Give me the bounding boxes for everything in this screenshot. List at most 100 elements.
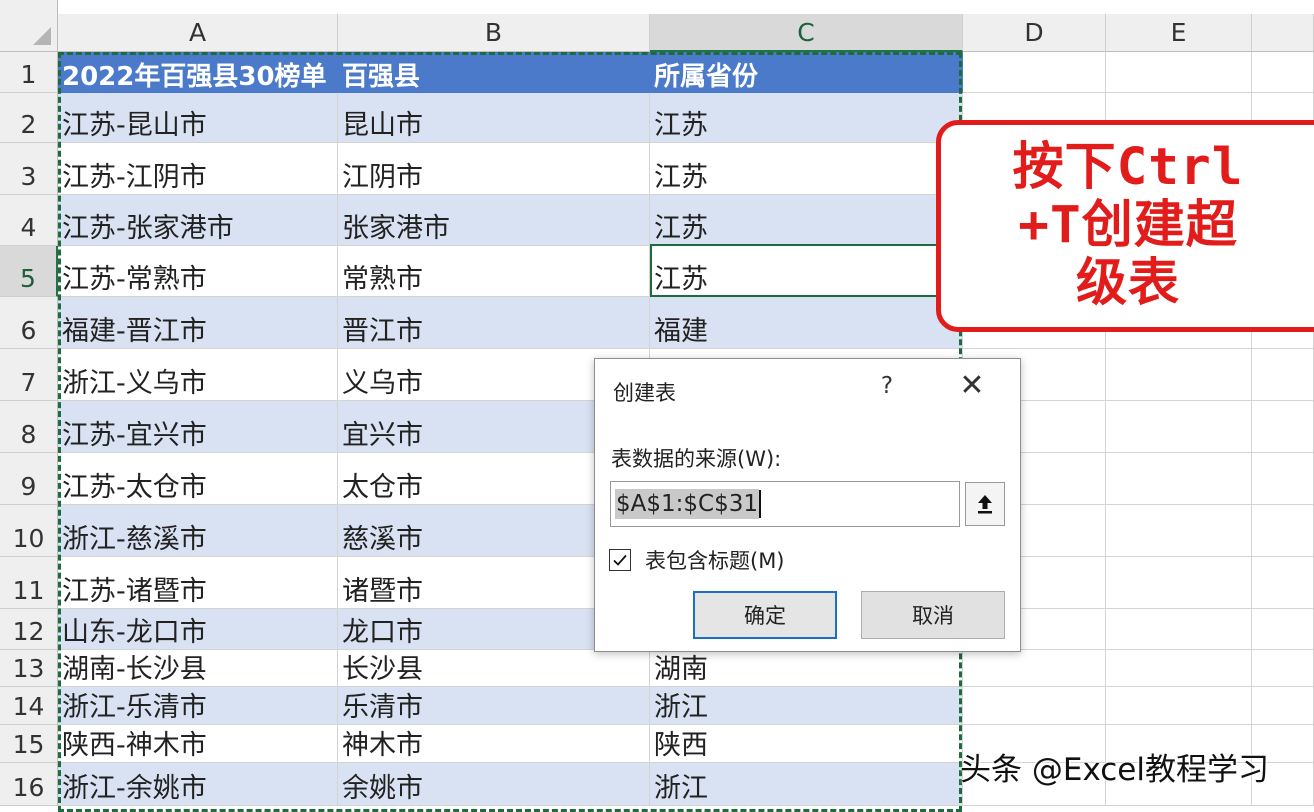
row-header-12[interactable]: 12 [0, 609, 58, 650]
callout-line-3: 级表 [1075, 254, 1180, 313]
cell-B13[interactable]: 长沙县 [338, 650, 650, 687]
empty-cell[interactable] [1106, 453, 1252, 505]
cell-A1[interactable]: 2022年百强县30榜单 [58, 52, 338, 93]
cell-A2[interactable]: 江苏-昆山市 [58, 93, 338, 143]
cell-C16[interactable]: 浙江 [650, 763, 963, 806]
cell-A8[interactable]: 江苏-宜兴市 [58, 401, 338, 453]
column-header-E[interactable]: E [1106, 14, 1252, 52]
column-header-C[interactable]: C [650, 14, 963, 52]
cell-B1[interactable]: 百强县 [338, 52, 650, 93]
cell-A3[interactable]: 江苏-江阴市 [58, 143, 338, 195]
collapse-dialog-button[interactable] [965, 482, 1005, 526]
empty-cell[interactable] [1106, 349, 1252, 401]
has-headers-label: 表包含标题(M) [645, 549, 785, 573]
empty-cell[interactable] [1252, 505, 1314, 557]
cell-A14[interactable]: 浙江-乐清市 [58, 687, 338, 725]
data-source-label: 表数据的来源(W): [611, 447, 782, 471]
watermark-text: 头条 @Excel教程学习 [960, 752, 1269, 788]
cell-C2[interactable]: 江苏 [650, 93, 963, 143]
cell-B15[interactable]: 神木市 [338, 725, 650, 763]
help-icon[interactable]: ? [875, 373, 899, 399]
cell-C6[interactable]: 福建 [650, 297, 963, 349]
cell-B6[interactable]: 晋江市 [338, 297, 650, 349]
data-range-input[interactable]: $A$1:$C$31 [610, 481, 960, 527]
row-header-7[interactable]: 7 [0, 349, 58, 401]
cell-A16[interactable]: 浙江-余姚市 [58, 763, 338, 806]
cell-B14[interactable]: 乐清市 [338, 687, 650, 725]
instruction-callout: 按下Ctrl +T创建超 级表 [936, 120, 1314, 332]
row-header-6[interactable]: 6 [0, 297, 58, 349]
create-table-dialog: 创建表 ? ✕ 表数据的来源(W): $A$1:$C$31 表包含标题(M) 确… [594, 358, 1021, 652]
empty-cell[interactable] [963, 650, 1106, 687]
row-header-4[interactable]: 4 [0, 195, 58, 246]
checkmark-icon [613, 554, 627, 566]
row-header-3[interactable]: 3 [0, 143, 58, 195]
empty-cell[interactable] [1252, 52, 1314, 93]
cell-B4[interactable]: 张家港市 [338, 195, 650, 246]
cell-A11[interactable]: 江苏-诸暨市 [58, 557, 338, 609]
row-header-2[interactable]: 2 [0, 93, 58, 143]
empty-cell[interactable] [963, 52, 1106, 93]
row-header-1[interactable]: 1 [0, 52, 58, 93]
row-header-14[interactable]: 14 [0, 687, 58, 725]
cell-C14[interactable]: 浙江 [650, 687, 963, 725]
empty-cell[interactable] [1252, 453, 1314, 505]
empty-cell[interactable] [1252, 687, 1314, 725]
empty-cell[interactable] [1252, 349, 1314, 401]
empty-cell[interactable] [1106, 650, 1252, 687]
empty-cell[interactable] [1106, 609, 1252, 650]
cancel-button[interactable]: 取消 [861, 591, 1005, 639]
cell-C1[interactable]: 所属省份 [650, 52, 963, 93]
empty-cell[interactable] [1106, 52, 1252, 93]
select-all-corner[interactable] [0, 0, 58, 52]
empty-cell[interactable] [1252, 401, 1314, 453]
row-header-10[interactable]: 10 [0, 505, 58, 557]
empty-cell[interactable] [1252, 557, 1314, 609]
column-header-B[interactable]: B [338, 14, 650, 52]
has-headers-row: 表包含标题(M) [609, 545, 785, 575]
row-header-13[interactable]: 13 [0, 650, 58, 687]
empty-cell[interactable] [1106, 505, 1252, 557]
row-header-5[interactable]: 5 [0, 246, 58, 297]
empty-cell[interactable] [963, 687, 1106, 725]
column-header-A[interactable]: A [58, 14, 338, 52]
cell-B2[interactable]: 昆山市 [338, 93, 650, 143]
cell-C4[interactable]: 江苏 [650, 195, 963, 246]
empty-cell[interactable] [1252, 609, 1314, 650]
cell-A4[interactable]: 江苏-张家港市 [58, 195, 338, 246]
row-header-8[interactable]: 8 [0, 401, 58, 453]
cell-A7[interactable]: 浙江-义乌市 [58, 349, 338, 401]
range-value: $A$1:$C$31 [615, 488, 759, 519]
cell-B5[interactable]: 常熟市 [338, 246, 650, 297]
callout-line-1: 按下Ctrl [1012, 138, 1244, 197]
row-header-9[interactable]: 9 [0, 453, 58, 505]
cell-A9[interactable]: 江苏-太仓市 [58, 453, 338, 505]
row-header-16[interactable]: 16 [0, 763, 58, 806]
empty-cell[interactable] [1252, 650, 1314, 687]
collapse-arrow-icon [978, 495, 992, 514]
dialog-title: 创建表 [613, 381, 676, 405]
row-header-15[interactable]: 15 [0, 725, 58, 763]
empty-cell[interactable] [1106, 557, 1252, 609]
row-header-11[interactable]: 11 [0, 557, 58, 609]
close-icon[interactable]: ✕ [957, 371, 987, 401]
cell-A10[interactable]: 浙江-慈溪市 [58, 505, 338, 557]
has-headers-checkbox[interactable] [609, 549, 631, 571]
cell-C5[interactable]: 江苏 [650, 246, 963, 297]
column-header-F[interactable] [1252, 14, 1314, 52]
cell-C3[interactable]: 江苏 [650, 143, 963, 195]
cell-A6[interactable]: 福建-晋江市 [58, 297, 338, 349]
cell-C15[interactable]: 陕西 [650, 725, 963, 763]
cell-A13[interactable]: 湖南-长沙县 [58, 650, 338, 687]
empty-cell[interactable] [1106, 687, 1252, 725]
cell-B16[interactable]: 余姚市 [338, 763, 650, 806]
cell-C13[interactable]: 湖南 [650, 650, 963, 687]
column-header-D[interactable]: D [963, 14, 1106, 52]
cell-A12[interactable]: 山东-龙口市 [58, 609, 338, 650]
cell-A15[interactable]: 陕西-神木市 [58, 725, 338, 763]
ok-button[interactable]: 确定 [693, 591, 837, 639]
empty-cell[interactable] [1106, 401, 1252, 453]
cell-A5[interactable]: 江苏-常熟市 [58, 246, 338, 297]
cell-B3[interactable]: 江阴市 [338, 143, 650, 195]
callout-line-2: +T创建超 [1018, 196, 1238, 255]
